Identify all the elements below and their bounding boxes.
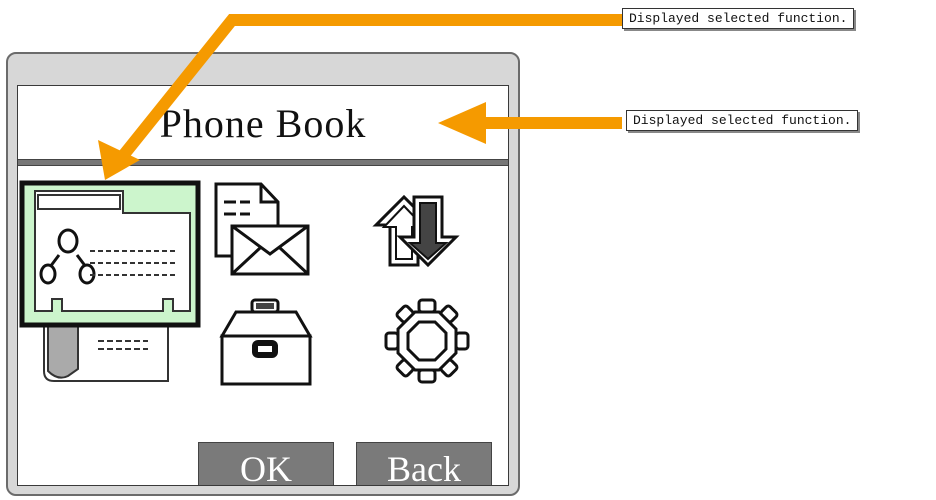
back-button[interactable]: Back — [356, 442, 492, 485]
ok-button[interactable]: OK — [198, 442, 334, 485]
callout-right: Displayed selected function. — [626, 110, 859, 131]
screen-title: Phone Book — [159, 101, 367, 146]
title-divider — [18, 159, 508, 166]
transfer-arrows-icon[interactable] — [370, 191, 480, 271]
settings-gear-icon[interactable] — [382, 296, 472, 386]
phonebook-icon[interactable] — [18, 171, 208, 396]
callout-top: Displayed selected function. — [622, 8, 855, 29]
phone-device: Phone Book OK Back — [6, 52, 520, 496]
phone-screen: Phone Book OK Back — [17, 85, 509, 486]
message-icon[interactable] — [206, 178, 316, 283]
toolbox-icon[interactable] — [214, 296, 319, 391]
